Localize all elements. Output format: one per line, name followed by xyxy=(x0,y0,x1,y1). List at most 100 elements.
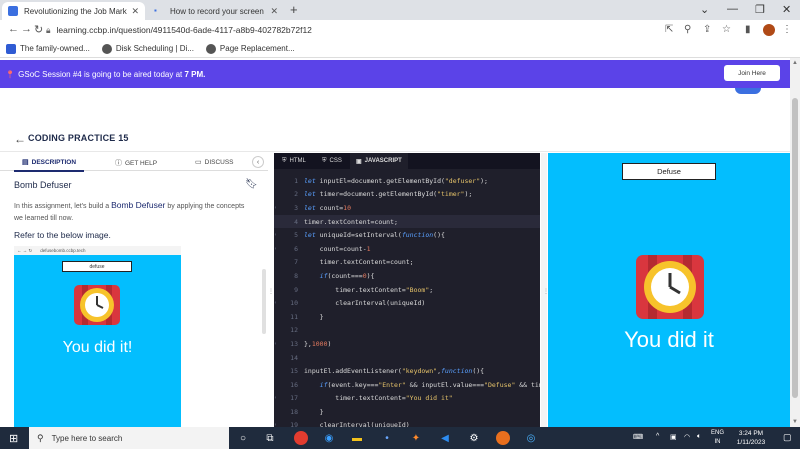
side-panel-icon[interactable]: ▮ xyxy=(745,24,751,35)
code-line: ‹ 13}, 1000) xyxy=(274,339,332,348)
help-icon: ⓘ xyxy=(115,160,122,167)
bookmark-globe-icon xyxy=(205,43,216,54)
code-area[interactable]: 1 let inputEl=document.getElementById("de… xyxy=(274,174,540,427)
page-scrollbar[interactable]: ▲ ▼ xyxy=(790,58,800,427)
join-here-button[interactable]: Join Here xyxy=(724,65,780,81)
bomb-clock-icon xyxy=(636,255,704,319)
book-icon: ▤ xyxy=(22,159,29,166)
notification-icon[interactable]: ▢ xyxy=(783,432,792,443)
forward-arrow-icon[interactable]: → xyxy=(21,23,32,35)
address-toolbar: ← → ↻ 🔒︎ learning.ccbp.in/question/49115… xyxy=(0,20,800,40)
code-editor[interactable]: ⛨ HTML ⛨ CSS ▣ JAVASCRIPT 1 let inputEl=d… xyxy=(274,153,540,427)
output-preview: Defuse You did it xyxy=(548,153,790,427)
panel-scrollbar[interactable] xyxy=(262,269,266,334)
code-line: 2 let timer=document.getElementById("time… xyxy=(294,190,473,199)
taskbar-search[interactable]: ⚲ Type here to search xyxy=(29,427,229,449)
css-icon: ⛨ xyxy=(322,157,327,164)
code-line: 8 if (count=== 0){ xyxy=(294,271,375,280)
bookmark-n-icon xyxy=(6,43,16,54)
file-explorer-icon[interactable]: ▬ xyxy=(350,431,364,445)
system-clock[interactable]: 3:24 PM 1/11/2023 xyxy=(731,429,771,447)
url-bar[interactable]: 🔒︎ learning.ccbp.in/question/4911540d-6a… xyxy=(46,22,666,38)
code-line: 7 timer.textContent=count; xyxy=(294,258,414,267)
reference-image: ← → ↻ defusebomb.ccbp.tech defuse You di… xyxy=(14,246,181,427)
defuse-input[interactable]: Defuse xyxy=(622,163,716,180)
split-divider[interactable]: ⋮ xyxy=(541,153,549,427)
wifi-icon[interactable]: ◠ xyxy=(684,433,690,441)
search-icon: ⚲ xyxy=(37,432,44,443)
code-line: 12 xyxy=(290,326,298,335)
browser-icon[interactable]: ◎ xyxy=(524,431,538,445)
description-highlight: Bomb Defuser xyxy=(111,200,166,210)
back-arrow-icon[interactable]: ← xyxy=(14,132,26,146)
code-line: 14 xyxy=(290,353,298,362)
code-line: 15 inputEl.addEventListener("keydown", fun… xyxy=(290,367,485,376)
app-icon[interactable]: • xyxy=(380,431,394,445)
tab-label: JAVASCRIPT xyxy=(364,158,402,164)
reload-icon[interactable]: ↻ xyxy=(34,23,43,36)
announcement-banner: 📍︎ GSoC Session #4 is going to be aired … xyxy=(0,60,790,88)
problem-description: In this assignment, let's build a Bomb D… xyxy=(14,199,250,225)
close-tab-icon[interactable]: ✕ xyxy=(270,6,278,17)
bookmarks-bar: The family-owned... Disk Scheduling | Di… xyxy=(0,40,800,58)
star-icon[interactable]: ☆ xyxy=(722,24,731,35)
settings-gear-icon[interactable]: ⚙ xyxy=(467,431,481,445)
lock-icon: 🔒︎ xyxy=(46,24,51,35)
network-icon[interactable]: ▣ xyxy=(670,433,677,441)
mini-nav-icons: ← → ↻ xyxy=(17,247,33,253)
back-arrow-icon[interactable]: ← xyxy=(8,23,19,35)
tab-discuss[interactable]: ▭ DISCUSS xyxy=(195,158,234,167)
language-indicator[interactable]: ENG IN xyxy=(711,429,724,447)
volume-icon[interactable]: 🔈︎ xyxy=(697,433,701,441)
chevron-up-icon[interactable]: ^ xyxy=(656,433,659,440)
git-icon[interactable]: ✦ xyxy=(409,431,423,445)
restore-icon[interactable]: ❐ xyxy=(755,3,765,16)
scroll-up-icon[interactable]: ▲ xyxy=(792,60,798,66)
task-view-icon[interactable]: ⧉ xyxy=(263,431,277,445)
windows-start-icon[interactable]: ⊞ xyxy=(9,432,18,445)
bookmark-icon[interactable]: 🔖︎ xyxy=(245,179,258,190)
page-content: 📍︎ GSoC Session #4 is going to be aired … xyxy=(0,58,790,427)
search-placeholder: Type here to search xyxy=(51,433,123,443)
success-message: You did it xyxy=(624,327,714,352)
collapse-panel-button[interactable]: ‹ xyxy=(252,156,264,168)
cortana-icon[interactable]: ○ xyxy=(236,431,250,445)
menu-icon[interactable]: ⋮ xyxy=(782,24,792,35)
description-text: In this assignment, let's build a xyxy=(14,203,110,210)
bookmark-item[interactable]: Disk Scheduling | Di... xyxy=(101,43,194,54)
mini-defuse-input: defuse xyxy=(62,261,132,272)
scroll-thumb[interactable] xyxy=(792,98,798,398)
browser-tab-active[interactable]: Revolutionizing the Job Market | ✕ xyxy=(2,2,145,20)
vscode-icon[interactable]: ◀ xyxy=(438,431,452,445)
tab-get-help[interactable]: ⓘ GET HELP xyxy=(115,158,157,168)
external-icon[interactable]: ⇱ xyxy=(665,24,673,35)
tab-css[interactable]: ⛨ CSS xyxy=(316,153,348,169)
tab-html[interactable]: ⛨ HTML xyxy=(276,153,312,169)
code-line: ‹ 5 let uniqueId=setInterval(function(){ xyxy=(274,231,445,240)
scroll-down-icon[interactable]: ▼ xyxy=(792,419,798,425)
keyboard-icon[interactable]: ⌨ xyxy=(633,433,643,441)
tab-description[interactable]: ▤ DESCRIPTION xyxy=(13,158,85,172)
tab-search-icon[interactable]: ⌄ xyxy=(700,3,709,16)
profile-avatar[interactable] xyxy=(763,24,775,36)
share-icon[interactable]: ⇪ xyxy=(703,24,711,35)
zoom-icon[interactable]: ⚲ xyxy=(684,24,691,35)
close-window-icon[interactable]: ✕ xyxy=(782,3,791,16)
tab-javascript[interactable]: ▣ JAVASCRIPT xyxy=(350,153,408,169)
tab-label: CSS xyxy=(329,158,342,164)
browser-tab[interactable]: ▪ How to record your screen in Wi ✕ xyxy=(148,2,284,20)
url-text: learning.ccbp.in/question/4911540d-6ade-… xyxy=(56,25,312,35)
code-line: 18 } xyxy=(290,407,324,416)
new-tab-icon[interactable]: + xyxy=(290,2,298,17)
chrome-icon[interactable] xyxy=(294,431,308,445)
bookmark-item[interactable]: Page Replacement... xyxy=(205,43,295,54)
recorder-icon[interactable] xyxy=(496,431,510,445)
bookmark-label: Disk Scheduling | Di... xyxy=(115,44,194,53)
edge-icon[interactable]: ◉ xyxy=(322,431,336,445)
bookmark-item[interactable]: The family-owned... xyxy=(6,43,90,54)
banner-text: GSoC Session #4 is going to be aired tod… xyxy=(18,69,183,79)
minimize-icon[interactable]: — xyxy=(727,3,738,15)
close-tab-icon[interactable]: ✕ xyxy=(131,6,139,17)
code-line: 16 if (event.key=== "Enter" && inputEl.val… xyxy=(290,380,540,389)
refer-text: Refer to the below image. xyxy=(14,230,111,240)
